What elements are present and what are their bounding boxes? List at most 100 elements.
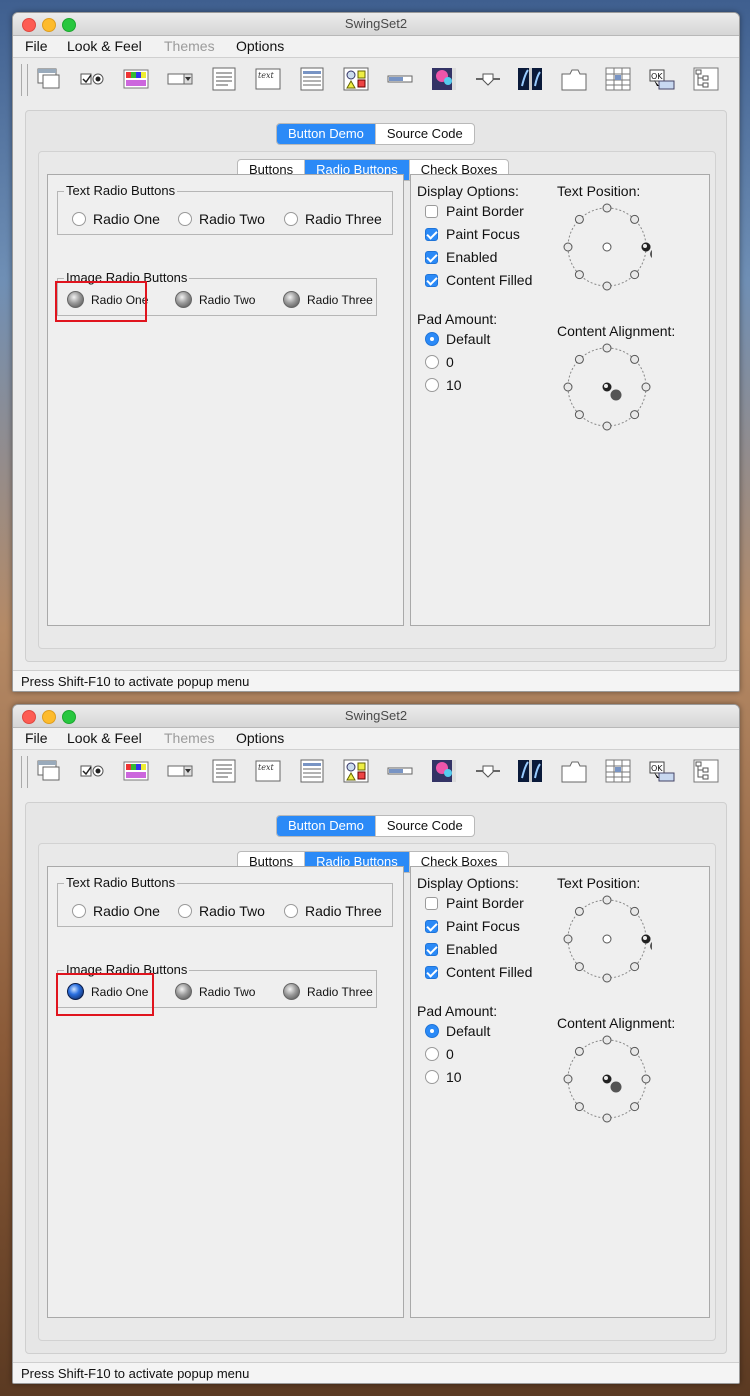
menu-options[interactable]: Options <box>236 730 284 746</box>
tabbed-pane-icon[interactable] <box>560 758 588 784</box>
pad-ten-label: 10 <box>446 377 462 393</box>
enabled-label: Enabled <box>446 941 498 957</box>
text-radio-three-label: Radio Three <box>305 903 382 919</box>
paint-focus-checkbox[interactable]: Paint Focus <box>425 918 520 934</box>
combobox-icon[interactable] <box>166 66 194 92</box>
button-icon[interactable] <box>78 758 106 784</box>
slider-icon[interactable] <box>474 66 502 92</box>
content-alignment-dial[interactable] <box>562 1034 652 1124</box>
pad-default-radio[interactable]: Default <box>425 331 490 347</box>
tabbed-pane-icon[interactable] <box>560 66 588 92</box>
toolbar-grip[interactable] <box>21 756 28 788</box>
pad-default-radio[interactable]: Default <box>425 1023 490 1039</box>
demo-tab-bar: Button Demo Source Code <box>276 123 475 145</box>
status-bar: Press Shift-F10 to activate popup menu <box>13 670 739 691</box>
text-position-dial[interactable] <box>562 894 652 984</box>
slider-icon[interactable] <box>474 758 502 784</box>
radio-circle-icon <box>284 904 298 918</box>
paint-focus-checkbox[interactable]: Paint Focus <box>425 226 520 242</box>
table-icon[interactable] <box>604 66 632 92</box>
file-chooser-icon[interactable] <box>210 758 238 784</box>
menu-look-and-feel[interactable]: Look & Feel <box>67 730 142 746</box>
editor-pane-icon[interactable]: text <box>254 66 282 92</box>
display-options-title: Display Options: <box>417 875 519 891</box>
list-icon[interactable] <box>298 66 326 92</box>
combobox-icon[interactable] <box>166 758 194 784</box>
checkbox-checked-icon <box>425 942 438 956</box>
pad-amount-title: Pad Amount: <box>417 1003 498 1019</box>
checkbox-icon <box>425 204 438 218</box>
pad-ten-label: 10 <box>446 1069 462 1085</box>
image-radio-three[interactable]: Radio Three <box>283 983 373 1000</box>
text-radio-two[interactable]: Radio Two <box>178 903 265 919</box>
pad-zero-radio[interactable]: 0 <box>425 1046 454 1062</box>
pad-amount-title: Pad Amount: <box>417 311 498 327</box>
scroll-pane-icon[interactable] <box>430 758 458 784</box>
radio-ball-icon <box>175 983 192 1000</box>
color-chooser-icon[interactable] <box>122 66 150 92</box>
text-position-dial[interactable] <box>562 202 652 292</box>
tab-source-code[interactable]: Source Code <box>376 816 474 836</box>
svg-text:text: text <box>258 71 274 80</box>
swingset2-window-2: SwingSet2 File Look & Feel Themes Option… <box>12 704 740 1384</box>
enabled-checkbox[interactable]: Enabled <box>425 249 497 265</box>
color-chooser-icon[interactable] <box>122 758 150 784</box>
tooltip-icon[interactable]: OK <box>648 758 676 784</box>
editor-pane-icon[interactable]: text <box>254 758 282 784</box>
text-radio-two[interactable]: Radio Two <box>178 211 265 227</box>
text-radio-one[interactable]: Radio One <box>72 903 160 919</box>
tab-button-demo[interactable]: Button Demo <box>277 124 376 144</box>
pad-ten-radio[interactable]: 10 <box>425 377 462 393</box>
list-icon[interactable] <box>298 758 326 784</box>
text-radio-one[interactable]: Radio One <box>72 211 160 227</box>
checkbox-checked-icon <box>425 227 438 241</box>
menu-look-and-feel[interactable]: Look & Feel <box>67 38 142 54</box>
svg-text:text: text <box>258 763 274 772</box>
file-chooser-icon[interactable] <box>210 66 238 92</box>
progress-bar-icon[interactable] <box>386 66 414 92</box>
menu-file[interactable]: File <box>25 730 48 746</box>
option-pane-icon[interactable] <box>342 758 370 784</box>
table-icon[interactable] <box>604 758 632 784</box>
content-filled-label: Content Filled <box>446 964 533 980</box>
content-alignment-dial[interactable] <box>562 342 652 432</box>
tab-button-demo[interactable]: Button Demo <box>277 816 376 836</box>
scroll-pane-icon[interactable] <box>430 66 458 92</box>
split-pane-icon[interactable] <box>516 758 544 784</box>
button-icon[interactable] <box>78 66 106 92</box>
title-bar[interactable]: SwingSet2 <box>13 705 739 728</box>
image-radio-two[interactable]: Radio Two <box>175 983 255 1000</box>
text-radio-buttons-group: Text Radio Buttons Radio One Radio Two R… <box>57 875 393 927</box>
paint-border-checkbox[interactable]: Paint Border <box>425 203 524 219</box>
toolbar-grip[interactable] <box>21 64 28 96</box>
pad-ten-radio[interactable]: 10 <box>425 1069 462 1085</box>
text-radio-three[interactable]: Radio Three <box>284 211 382 227</box>
internal-frame-icon[interactable] <box>35 66 63 92</box>
tab-source-code[interactable]: Source Code <box>376 124 474 144</box>
title-bar[interactable]: SwingSet2 <box>13 13 739 36</box>
paint-border-label: Paint Border <box>446 895 524 911</box>
paint-border-checkbox[interactable]: Paint Border <box>425 895 524 911</box>
split-pane-icon[interactable] <box>516 66 544 92</box>
enabled-label: Enabled <box>446 249 498 265</box>
image-radio-three-label: Radio Three <box>307 984 373 999</box>
content-filled-checkbox[interactable]: Content Filled <box>425 964 532 980</box>
demo-panel: Button Demo Source Code Buttons Radio Bu… <box>25 110 727 662</box>
enabled-checkbox[interactable]: Enabled <box>425 941 497 957</box>
tree-icon[interactable] <box>692 758 720 784</box>
menu-file[interactable]: File <box>25 38 48 54</box>
option-pane-icon[interactable] <box>342 66 370 92</box>
menu-options[interactable]: Options <box>236 38 284 54</box>
image-radio-three[interactable]: Radio Three <box>283 291 373 308</box>
pad-zero-radio[interactable]: 0 <box>425 354 454 370</box>
progress-bar-icon[interactable] <box>386 758 414 784</box>
tooltip-icon[interactable]: OK <box>648 66 676 92</box>
content-filled-checkbox[interactable]: Content Filled <box>425 272 532 288</box>
radio-circle-icon <box>178 904 192 918</box>
tree-icon[interactable] <box>692 66 720 92</box>
image-radio-two[interactable]: Radio Two <box>175 291 255 308</box>
text-radio-three[interactable]: Radio Three <box>284 903 382 919</box>
checkbox-checked-icon <box>425 250 438 264</box>
internal-frame-icon[interactable] <box>35 758 63 784</box>
radio-selected-icon <box>425 1024 439 1038</box>
